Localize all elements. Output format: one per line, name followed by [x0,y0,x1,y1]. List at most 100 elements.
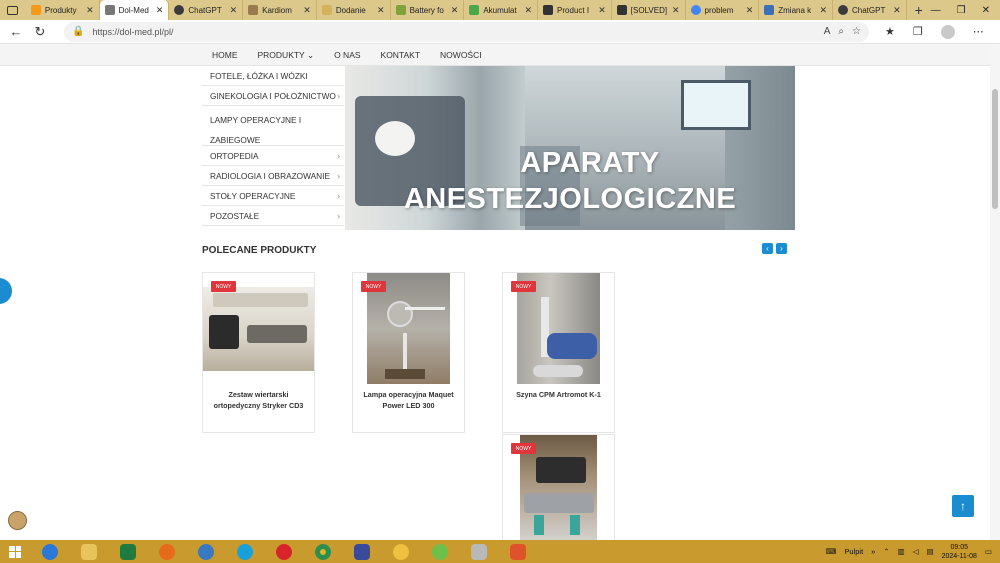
taskbar-office-icon[interactable] [498,540,537,563]
start-button[interactable] [0,540,30,563]
clock-time: 09:05 [950,543,969,551]
vertical-scrollbar[interactable] [990,44,1000,540]
tab-chatgpt-2[interactable]: ChatGPT ✕ [833,0,907,20]
favicon-icon [690,5,701,15]
product-name[interactable]: Szyna CPM Artromot K-1 [507,389,610,400]
close-tab-icon[interactable]: ✕ [672,5,680,16]
new-tab-button[interactable]: + [907,0,931,20]
tray-overflow-icon[interactable]: ⌃ [883,547,889,556]
category-lampy[interactable]: LAMPY OPERACYJNE I ZABIEGOWE [202,106,344,146]
side-widget-button[interactable] [0,278,12,304]
product-card[interactable]: NOWY Zestaw wiertarski ortopedyczny Stry… [202,272,315,433]
taskbar-edge-icon[interactable] [225,540,264,563]
close-window-icon[interactable]: ✕ [982,5,990,16]
close-tab-icon[interactable]: ✕ [230,5,238,16]
product-name[interactable]: Zestaw wiertarski ortopedyczny Stryker C… [207,389,310,411]
tab-dol-med[interactable]: Dol-Med ✕ [99,0,170,20]
nav-kontakt[interactable]: KONTAKT [381,50,431,60]
language-icon[interactable]: ▤ [927,547,934,556]
tab-zmiana[interactable]: Zmiana k ✕ [759,0,833,20]
category-pozostale[interactable]: POZOSTAŁE › [202,206,344,226]
cookie-settings-icon[interactable] [8,511,27,530]
collections-icon[interactable]: ❐ [913,25,923,38]
product-card[interactable]: NOWY Szyna CPM Artromot K-1 [502,272,615,433]
hero-line2: ANESTEZJOLOGICZNE [403,183,737,215]
close-tab-icon[interactable]: ✕ [525,5,533,16]
tab-chatgpt[interactable]: ChatGPT ✕ [169,0,244,20]
close-tab-icon[interactable]: ✕ [893,5,901,16]
more-menu-icon[interactable]: ⋯ [973,25,984,38]
notifications-icon[interactable]: ▭ [985,547,992,556]
volume-icon[interactable]: ◁ [913,547,919,556]
nav-produkty[interactable]: PRODUKTY ⌄ [258,50,325,61]
chevron-right-icon: › [337,150,340,161]
taskbar-ie-icon[interactable] [30,540,69,563]
category-ginekologia[interactable]: GINEKOLOGIA I POŁOŻNICTWO › [202,86,344,106]
read-aloud-icon[interactable]: A [824,26,831,37]
product-card[interactable]: NOWY [502,434,615,541]
close-tab-icon[interactable]: ✕ [377,5,385,16]
nav-nowosci[interactable]: NOWOŚCI [440,50,492,60]
category-fotele[interactable]: FOTELE, ŁÓŻKA I WÓZKI [202,66,344,86]
restore-icon[interactable]: ❐ [957,5,966,16]
taskbar-chrome-icon[interactable] [303,540,342,563]
category-label: GINEKOLOGIA I POŁOŻNICTWO [210,90,336,101]
taskbar-explorer-icon[interactable] [69,540,108,563]
scrollbar-thumb[interactable] [992,89,998,209]
keyboard-icon[interactable]: ⌨ [826,547,837,556]
tab-title: [SOLVED] [630,5,668,15]
tab-product[interactable]: Product I ✕ [538,0,612,20]
favorites-icon[interactable]: ★ [885,25,895,38]
tab-actions-icon [7,5,19,15]
favicon-icon [616,5,627,15]
minimize-icon[interactable]: — [931,5,941,16]
refresh-button[interactable]: ↻ [28,20,52,44]
product-image[interactable] [203,287,314,371]
product-shape [385,369,425,379]
taskbar-opera-icon[interactable] [264,540,303,563]
favicon-icon [764,5,775,15]
close-tab-icon[interactable]: ✕ [156,5,164,16]
nav-home[interactable]: HOME [212,50,248,60]
taskbar-save-icon[interactable] [342,540,381,563]
tab-produkty[interactable]: Produkty ✕ [26,0,100,20]
tab-actions-button[interactable] [0,0,26,20]
product-card[interactable]: NOWY Lampa operacyjna Maquet Power LED 3… [352,272,465,433]
tab-dodanie[interactable]: Dodanie ✕ [317,0,391,20]
close-tab-icon[interactable]: ✕ [86,5,94,16]
zoom-icon[interactable]: ⌕ [838,26,844,37]
close-tab-icon[interactable]: ✕ [819,5,827,16]
category-stoly[interactable]: STOŁY OPERACYJNE › [202,186,344,206]
desktop-label[interactable]: Pulpit [844,547,863,556]
taskbar-app-icon[interactable] [420,540,459,563]
taskbar-thunderbird-icon[interactable] [186,540,225,563]
category-radiologia[interactable]: RADIOLOGIA I OBRAZOWANIE › [202,166,344,186]
back-button[interactable]: ← [4,20,28,44]
tray-expand-icon[interactable]: » [871,547,875,556]
carousel-next-button[interactable]: › [776,243,787,254]
tab-battery[interactable]: Battery fo ✕ [391,0,465,20]
address-bar[interactable]: 🔒 https://dol-med.pl/pl/ A ⌕ ☆ [64,21,869,42]
tab-solved[interactable]: [SOLVED] ✕ [612,0,686,20]
carousel-prev-button[interactable]: ‹ [762,243,773,254]
favorite-star-icon[interactable]: ☆ [852,26,861,37]
profile-avatar[interactable] [940,24,955,39]
tab-problem[interactable]: problem ✕ [686,0,760,20]
taskbar-excel-icon[interactable] [108,540,147,563]
nav-o-nas[interactable]: O NAS [334,50,370,60]
close-tab-icon[interactable]: ✕ [598,5,606,16]
product-name[interactable]: Lampa operacyjna Maquet Power LED 300 [357,389,460,411]
close-tab-icon[interactable]: ✕ [746,5,754,16]
close-tab-icon[interactable]: ✕ [303,5,311,16]
taskbar-vpn-icon[interactable] [381,540,420,563]
system-tray: ⌨ Pulpit » ⌃ ▥ ◁ ▤ 09:05 2024-11-08 ▭ [826,543,1000,561]
clock[interactable]: 09:05 2024-11-08 [942,543,977,561]
tab-kardiom[interactable]: Kardiom ✕ [243,0,317,20]
network-icon[interactable]: ▥ [898,547,905,556]
taskbar-firefox-icon[interactable] [147,540,186,563]
close-tab-icon[interactable]: ✕ [451,5,459,16]
lock-icon[interactable]: 🔒 [72,26,84,37]
back-to-top-button[interactable]: ↑ [952,495,974,517]
taskbar-photos-icon[interactable] [459,540,498,563]
tab-akumulat[interactable]: Akumulat ✕ [464,0,539,20]
